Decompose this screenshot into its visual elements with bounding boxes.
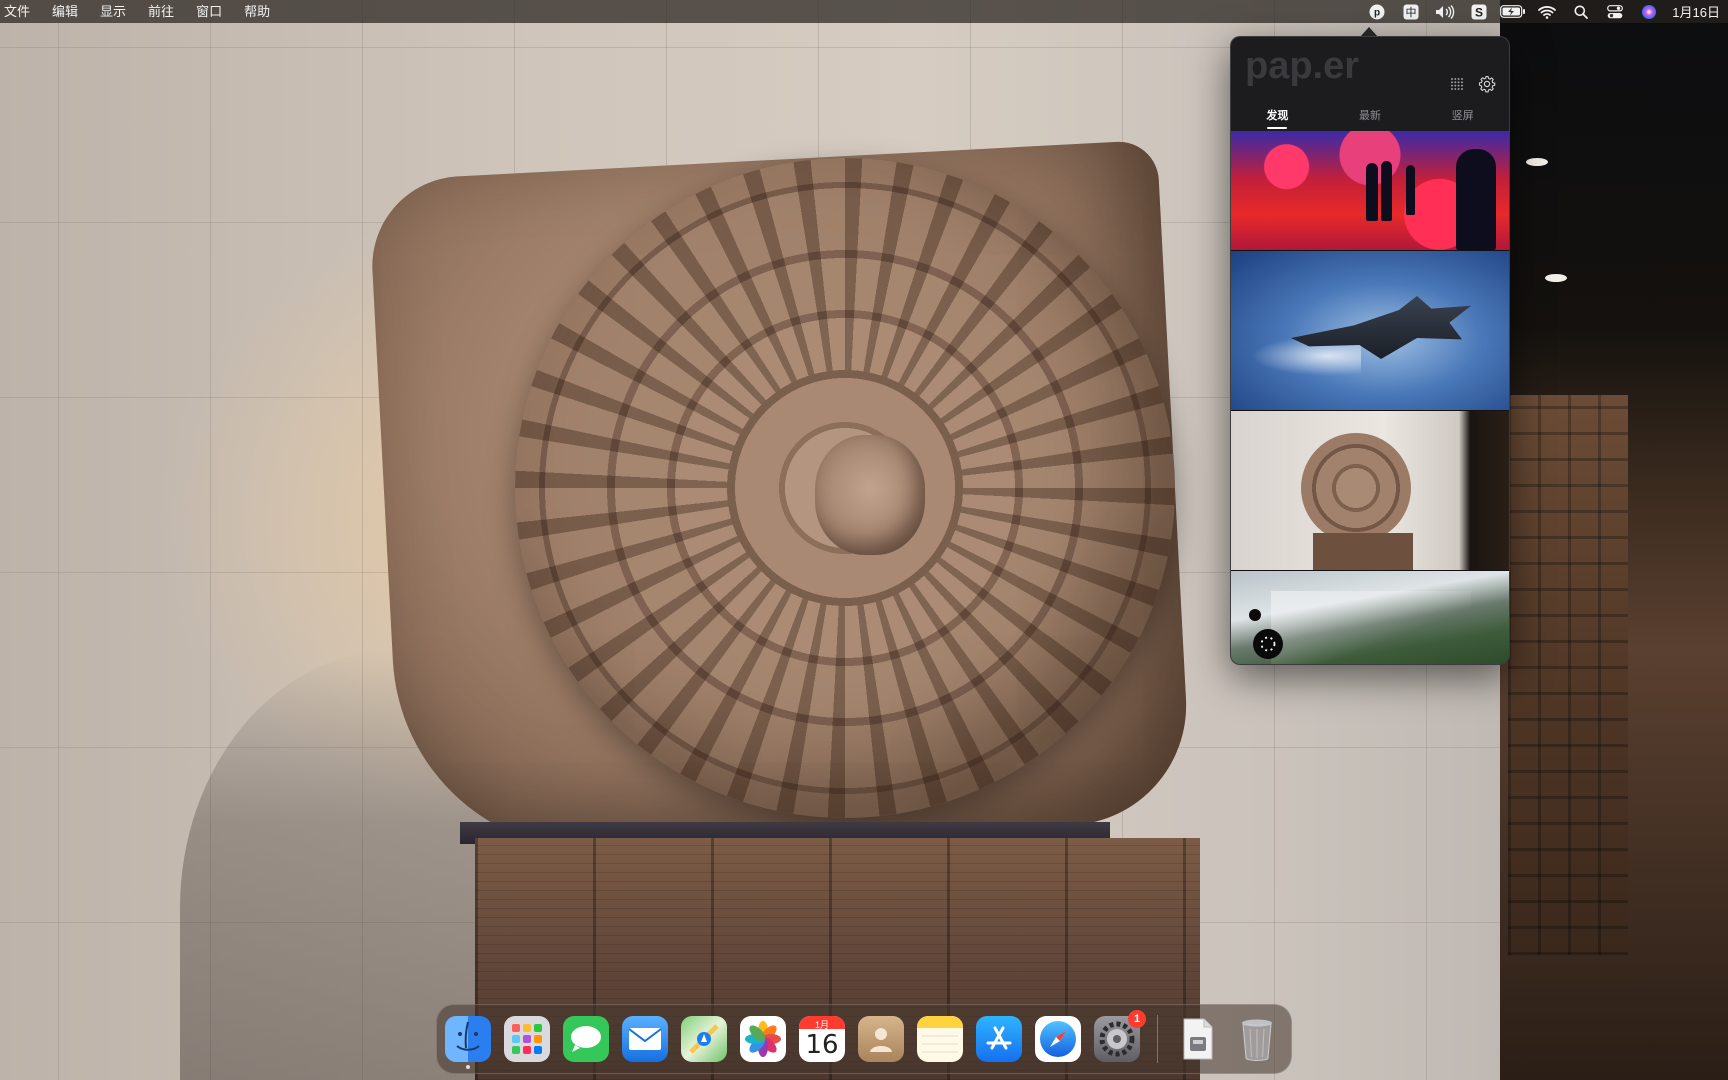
dock-safari[interactable] <box>1035 1016 1081 1062</box>
dock-notes[interactable] <box>917 1016 963 1062</box>
dock-photos[interactable] <box>740 1016 786 1062</box>
menubar-date[interactable]: 1月16日 <box>1666 0 1728 23</box>
dock-calendar[interactable]: 1月 16 <box>799 1016 845 1062</box>
silhouette <box>1381 161 1392 221</box>
mail-icon <box>628 1028 662 1050</box>
wallpaper-thumbnail[interactable] <box>1231 571 1509 664</box>
control-center-icon[interactable] <box>1598 0 1632 23</box>
popover-tabs: 发现 最新 竖屏 <box>1231 107 1509 129</box>
silhouette <box>1366 163 1378 221</box>
paper-logo: pap.er <box>1245 45 1360 87</box>
photos-icon <box>745 1021 781 1057</box>
mini-sun-stone <box>1301 433 1411 543</box>
dock-launchpad[interactable] <box>504 1016 550 1062</box>
s-app-icon[interactable]: S <box>1462 0 1496 23</box>
loading-spinner-icon <box>1253 629 1283 659</box>
running-indicator <box>466 1065 470 1069</box>
dock-mail[interactable] <box>622 1016 668 1062</box>
safari-icon <box>1040 1021 1076 1057</box>
silhouette <box>1456 149 1496 250</box>
maps-icon <box>689 1024 719 1054</box>
grid-dots-icon[interactable] <box>1446 73 1468 95</box>
ceiling-light <box>1526 158 1548 166</box>
stone-column <box>1508 395 1628 955</box>
menu-help[interactable]: 帮助 <box>234 0 282 23</box>
menu-file[interactable]: 文件 <box>4 0 42 23</box>
status-tray: p 中 S 1月16日 <box>1360 0 1728 23</box>
menu-bar: 文件 编辑 显示 前往 窗口 帮助 p 中 S 1月16日 <box>0 0 1728 23</box>
menu-edit[interactable]: 编辑 <box>42 0 90 23</box>
paper-popover: pap.er 发现 最新 竖屏 <box>1230 36 1510 665</box>
svg-text:p: p <box>1374 7 1380 18</box>
notification-badge: 1 <box>1128 1010 1146 1028</box>
input-method-label: 中 <box>1406 6 1417 19</box>
input-method-icon[interactable]: 中 <box>1394 0 1428 23</box>
notes-icon <box>922 1035 958 1053</box>
dock-maps[interactable] <box>681 1016 727 1062</box>
wallpaper-list <box>1231 131 1509 664</box>
menu-window[interactable]: 窗口 <box>186 0 234 23</box>
trash-icon <box>1242 1019 1272 1061</box>
dock-trash[interactable] <box>1234 1016 1280 1062</box>
messages-icon <box>571 1026 601 1052</box>
dock-finder[interactable] <box>445 1016 491 1069</box>
wallpaper-thumbnail[interactable] <box>1231 251 1509 411</box>
siri-icon[interactable] <box>1632 0 1666 23</box>
wallpaper-thumbnail[interactable] <box>1231 131 1509 251</box>
calendar-day: 16 <box>805 1030 839 1060</box>
tab-discover[interactable]: 发现 <box>1231 107 1324 129</box>
dock-separator <box>1157 1015 1158 1063</box>
dock-messages[interactable] <box>563 1016 609 1062</box>
sun-ray <box>1271 591 1471 664</box>
finder-icon <box>456 1021 480 1051</box>
ceiling-light <box>1545 274 1567 282</box>
notes-header <box>917 1016 963 1028</box>
launchpad-icon <box>512 1024 542 1054</box>
dock-system-settings[interactable]: 1 <box>1094 1010 1146 1062</box>
dock-app-store[interactable] <box>976 1016 1022 1062</box>
contacts-icon <box>870 1028 892 1052</box>
silhouette <box>1406 165 1415 215</box>
spotlight-search-icon[interactable] <box>1564 0 1598 23</box>
wifi-icon[interactable] <box>1530 0 1564 23</box>
svg-text:S: S <box>1475 5 1483 19</box>
tab-portrait[interactable]: 竖屏 <box>1416 107 1509 129</box>
volume-icon[interactable] <box>1428 0 1462 23</box>
battery-charging-icon[interactable] <box>1496 0 1530 23</box>
wallpaper-thumbnail[interactable] <box>1231 411 1509 571</box>
mini-pedestal <box>1313 533 1413 570</box>
menu-go[interactable]: 前往 <box>138 0 186 23</box>
app-store-icon <box>986 1026 1012 1050</box>
menu-view[interactable]: 显示 <box>90 0 138 23</box>
dock: 1月 16 1 <box>436 1004 1292 1074</box>
disk-utility-icon <box>1183 1018 1213 1060</box>
gear-icon[interactable] <box>1476 73 1498 95</box>
loading-dot <box>1249 609 1261 621</box>
dock-disk-utility[interactable] <box>1175 1016 1221 1062</box>
popover-header: pap.er 发现 最新 竖屏 <box>1231 37 1509 131</box>
paper-p-icon[interactable]: p <box>1360 0 1394 23</box>
dock-contacts[interactable] <box>858 1016 904 1062</box>
tab-latest[interactable]: 最新 <box>1324 107 1417 129</box>
sun-stone-face <box>815 435 925 555</box>
app-menu: 文件 编辑 显示 前往 窗口 帮助 <box>0 0 282 23</box>
